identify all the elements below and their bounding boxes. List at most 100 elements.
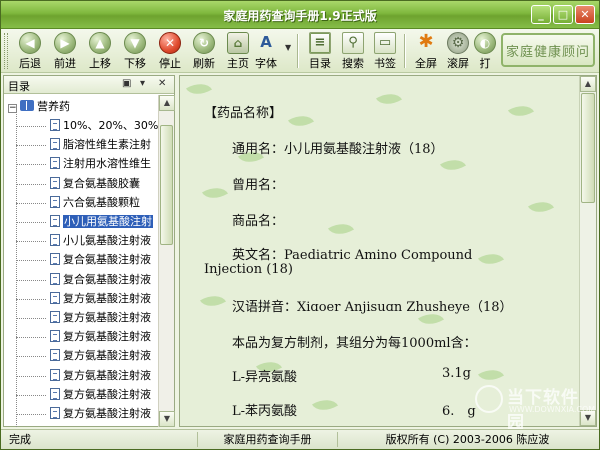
pinyin-name: 汉语拼音：Xiɑoer Anjisuɑn Zhusheye（18） (232, 300, 513, 315)
stop-label: 停止 (159, 57, 181, 70)
tree-item[interactable]: 复合氨基酸注射液 (50, 270, 151, 289)
maximize-button[interactable]: □ (553, 5, 573, 24)
watermark-logo-icon (475, 385, 503, 413)
scrollbar-thumb[interactable] (160, 125, 173, 245)
english-name-continued: Injection (18) (204, 262, 293, 277)
scroll-up-arrow-icon[interactable]: ▲ (159, 95, 175, 111)
document-icon (50, 349, 60, 362)
close-button[interactable]: ✕ (575, 5, 595, 24)
tree-item[interactable]: 复合氨基酸注射液 (50, 250, 151, 269)
panel-menu-icon[interactable]: ▾ (140, 78, 145, 89)
tree-item[interactable]: 复方氨基酸注射液 (50, 327, 151, 346)
tree-item[interactable]: 六合氨基酸颗粒 (50, 193, 140, 212)
contents-panel-title: 目录 (8, 80, 30, 93)
toolbar-separator (297, 34, 299, 68)
article-scrollbar[interactable]: ▲ ▼ (579, 76, 596, 426)
minimize-button[interactable]: _ (531, 5, 551, 24)
contents-icon: ≡ (309, 32, 331, 54)
tree-connector (16, 145, 46, 147)
pin-icon[interactable]: ▣ (122, 78, 131, 89)
bookmark-button[interactable]: ▭ 书签 (368, 31, 402, 71)
document-icon (50, 215, 60, 227)
fullscreen-button[interactable]: ✱ 全屏 (409, 31, 443, 71)
back-label: 后退 (19, 57, 41, 70)
tree-connector (16, 260, 46, 262)
english-name: 英文名：Paediatric Amino Compound (232, 248, 473, 263)
toolbar-grip[interactable] (4, 33, 8, 69)
move-up-button[interactable]: ▲ 上移 (83, 31, 117, 71)
tree-item[interactable]: 复方氨基酸注射液 (50, 289, 151, 308)
back-arrow-icon: ◀ (19, 32, 41, 54)
stop-button[interactable]: ✕ 停止 (153, 31, 187, 71)
fullscreen-icon: ✱ (418, 31, 434, 52)
scroll-down-arrow-icon[interactable]: ▼ (159, 411, 175, 427)
collapse-icon[interactable]: − (8, 104, 17, 113)
tree-item[interactable]: 小儿用氨基酸注射 (50, 212, 153, 231)
bookmark-icon: ▭ (374, 32, 396, 54)
tree-connector (16, 183, 46, 185)
scroll-button[interactable]: ⚙ 滚屏 (441, 31, 475, 71)
tree-connector (16, 241, 46, 243)
tree-item[interactable]: 复合氨基酸胶囊 (50, 174, 140, 193)
tree-root-label: 营养药 (37, 100, 70, 113)
panel-close-icon[interactable]: ✕ (158, 78, 166, 89)
forward-button[interactable]: ▶ 前进 (48, 31, 82, 71)
tree-item[interactable]: 小儿氨基酸注射液 (50, 231, 151, 250)
back-button[interactable]: ◀ 后退 (13, 31, 47, 71)
contents-scrollbar[interactable]: ▲ ▼ (158, 95, 175, 427)
section-heading: 【药品名称】 (204, 106, 283, 121)
watermark-url: WWW.DOWNXIA.COM (509, 405, 596, 414)
refresh-label: 刷新 (193, 57, 215, 70)
print-button[interactable]: ◐ 打 (471, 31, 499, 71)
tree-item[interactable]: 复方氨基酸注射液 (50, 366, 151, 385)
down-arrow-icon: ▼ (124, 32, 146, 54)
leaf-decoration-icon (185, 77, 213, 101)
tree-item-label: 复合氨基酸胶囊 (63, 176, 140, 190)
ingredient-name: L-苯丙氨酸 (232, 404, 298, 419)
title-bar[interactable]: 家庭用药查询手册1.9正式版 _ □ ✕ (1, 1, 599, 29)
contents-tree[interactable]: − 营养药 10%、20%、30% 脂溶性维生素注射 注射用水溶性维生复合氨基酸胶囊六… (4, 95, 159, 427)
document-icon (50, 272, 60, 285)
former-name: 曾用名： (232, 178, 285, 193)
leaf-decoration-icon (375, 87, 403, 111)
app-window: 家庭用药查询手册1.9正式版 _ □ ✕ ◀ 后退 ▶ 前进 ▲ 上移 ▼ 下移… (0, 0, 600, 450)
document-icon (50, 234, 60, 247)
tree-item[interactable]: 脂溶性维生素注射 (50, 135, 151, 154)
tree-item-label: 小儿氨基酸注射液 (63, 234, 151, 248)
leaf-decoration-icon (287, 109, 315, 133)
document-icon (50, 407, 60, 419)
document-icon (50, 157, 60, 170)
scroll-up-arrow-icon[interactable]: ▲ (580, 76, 596, 92)
tree-connector (16, 126, 46, 127)
tree-item[interactable]: 复方氨基酸注射液 (50, 346, 151, 365)
leaf-decoration-icon (327, 217, 355, 241)
print-label: 打 (479, 57, 491, 70)
document-icon (50, 176, 60, 189)
tree-item[interactable]: 注射用水溶性维生 (50, 154, 151, 173)
print-icon: ◐ (474, 32, 496, 54)
ingredient-amount: 3.1g (442, 366, 471, 381)
tree-connector (16, 298, 46, 300)
tree-item[interactable]: 复方氨基酸注射液 (50, 308, 151, 327)
tree-item-label: 六合氨基酸颗粒 (63, 195, 140, 209)
site-watermark: 当下软件园 WWW.DOWNXIA.COM (475, 381, 596, 433)
leaf-decoration-icon (507, 99, 535, 123)
refresh-button[interactable]: ↻ 刷新 (187, 31, 221, 71)
tree-root-item[interactable]: − 营养药 (8, 97, 70, 116)
document-icon (50, 138, 60, 151)
ingredient-name: L-异亮氨酸 (232, 370, 298, 385)
home-icon: ⌂ (227, 32, 249, 54)
move-down-button[interactable]: ▼ 下移 (118, 31, 152, 71)
tree-line (16, 107, 17, 427)
tree-item[interactable]: 10%、20%、30% (50, 116, 158, 135)
font-dropdown-arrow-icon[interactable]: ▼ (285, 43, 291, 52)
stop-icon: ✕ (159, 32, 181, 54)
tree-item[interactable]: 复方氨基酸注射液 (50, 385, 151, 404)
search-button[interactable]: ⚲ 搜索 (336, 31, 370, 71)
contents-button[interactable]: ≡ 目录 (303, 31, 337, 71)
scrollbar-thumb[interactable] (581, 93, 595, 203)
health-advisor-button[interactable]: 家庭健康顾问 (501, 33, 595, 67)
tree-item[interactable]: 复方氨基酸注射液 (50, 404, 151, 423)
font-button[interactable]: A 字体 (249, 31, 283, 71)
status-bar: 完成 家庭用药查询手册 版权所有 (C) 2003-2006 陈应波 (1, 429, 599, 449)
